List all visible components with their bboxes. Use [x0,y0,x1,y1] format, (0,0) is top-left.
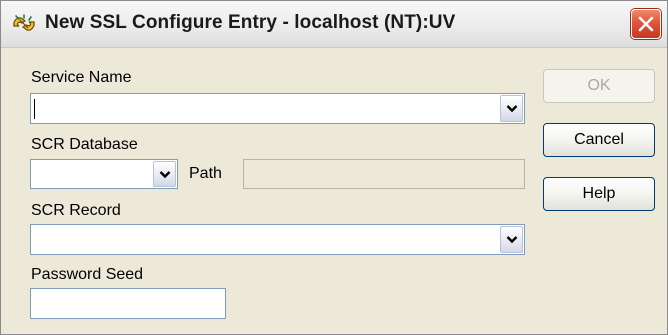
help-button[interactable]: Help [543,177,655,211]
chevron-down-icon [506,105,518,113]
service-name-dropdown-button[interactable] [500,95,523,122]
scr-database-label: SCR Database [31,136,138,153]
app-hands-icon [11,12,37,36]
scr-record-dropdown-button[interactable] [500,226,523,253]
password-seed-label: Password Seed [31,266,144,283]
close-button[interactable] [631,9,661,39]
path-field [243,159,525,189]
path-label: Path [189,165,222,182]
scr-record-label: SCR Record [31,202,121,219]
service-name-label: Service Name [31,69,132,86]
text-cursor [34,99,35,119]
window-title: New SSL Configure Entry - localhost (NT)… [45,12,456,33]
close-icon [638,16,654,32]
title-bar[interactable]: New SSL Configure Entry - localhost (NT)… [1,1,667,48]
scr-database-dropdown-button[interactable] [153,161,176,187]
chevron-down-icon [506,236,518,244]
dialog-window: New SSL Configure Entry - localhost (NT)… [0,0,668,335]
cancel-button[interactable]: Cancel [543,123,655,157]
ok-button[interactable]: OK [543,69,655,103]
scr-record-combobox[interactable] [30,224,525,255]
password-seed-input[interactable] [30,288,226,319]
scr-database-combobox[interactable] [30,159,178,189]
service-name-combobox[interactable] [30,93,525,124]
chevron-down-icon [159,171,171,179]
